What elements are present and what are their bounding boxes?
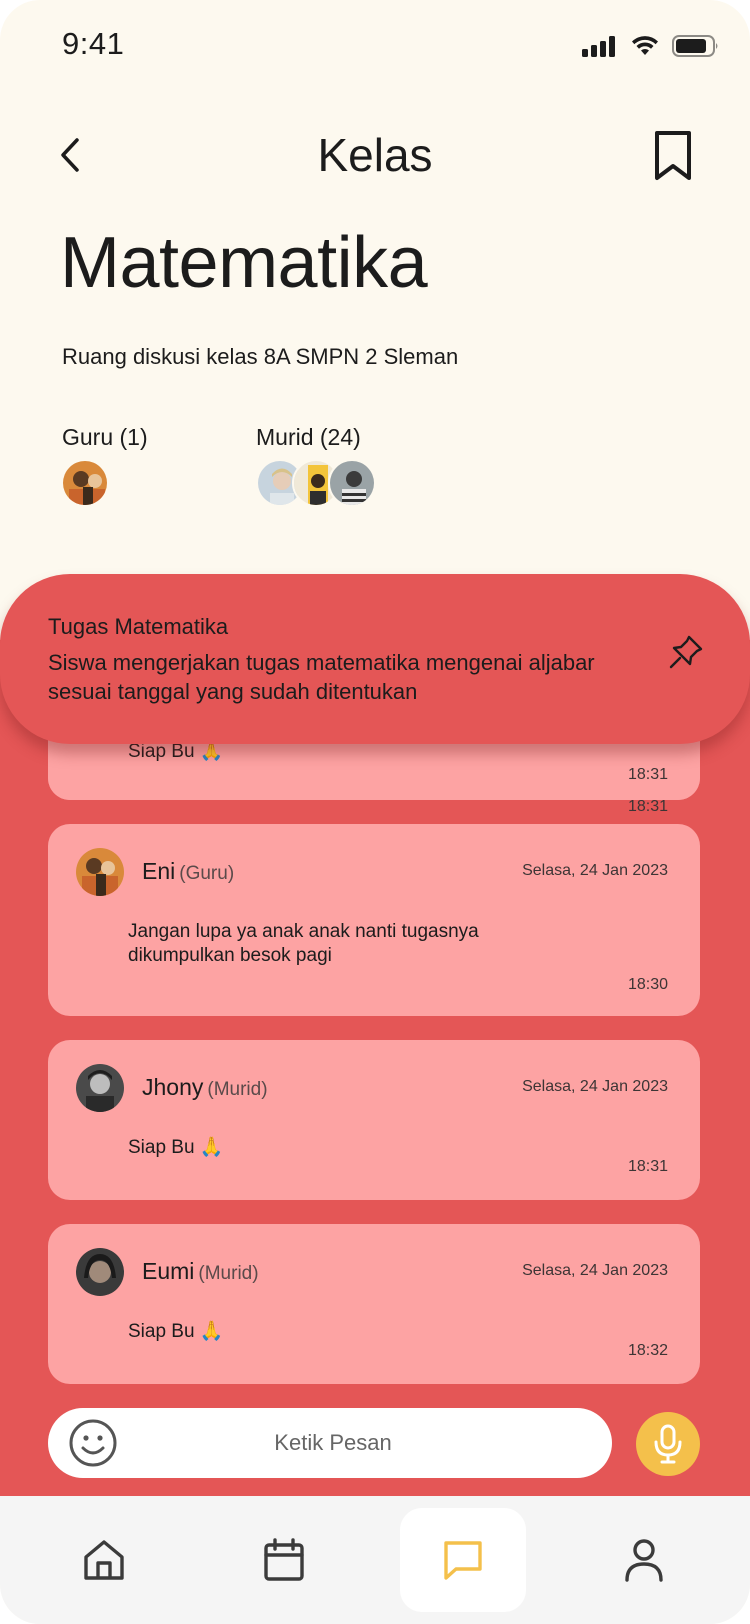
sender-avatar[interactable] — [76, 848, 124, 896]
nav-home[interactable] — [41, 1508, 167, 1612]
status-icons — [582, 34, 720, 58]
message-text: Siap Bu 🙏 — [128, 1321, 224, 1342]
profile-icon — [625, 1539, 663, 1582]
sender-name: Eumi (Murid) — [142, 1258, 259, 1285]
message-text: Siap Bu 🙏 — [128, 1137, 224, 1158]
pinned-title: Tugas Matematika — [48, 614, 229, 639]
message-time: 18:31 — [627, 1158, 668, 1175]
message-date: Selasa, 24 Jan 2023 — [522, 1078, 668, 1095]
teacher-avatar[interactable] — [61, 459, 109, 507]
sender-name-text: Jhony — [142, 1074, 204, 1100]
class-description: Ruang diskusi kelas 8A SMPN 2 Sleman — [62, 344, 459, 369]
calendar-icon — [264, 1538, 304, 1581]
wifi-icon — [632, 36, 658, 55]
message-text: Jangan lupa ya anak anak nanti tugasnya … — [128, 921, 479, 966]
status-bar: 9:41 — [0, 0, 750, 90]
sender-avatar[interactable] — [76, 1064, 124, 1112]
status-time: 9:41 — [62, 26, 125, 61]
message-card: Jhony (Murid) Selasa, 24 Jan 2023 Siap Bu… — [48, 1040, 700, 1200]
message-card: Eni (Guru) Selasa, 24 Jan 2023 Jangan lup… — [48, 824, 700, 1016]
message-date: Selasa, 24 Jan 2023 — [522, 862, 668, 879]
nav-profile[interactable] — [581, 1508, 707, 1612]
pin-button[interactable] — [668, 634, 704, 670]
student-avatar[interactable] — [328, 459, 376, 507]
message-time: 18:31 — [627, 766, 668, 783]
sender-name: Eni (Guru) — [142, 858, 234, 885]
pin-icon — [669, 635, 703, 669]
sender-avatar[interactable] — [76, 1248, 124, 1296]
message-time: 18:31 — [627, 798, 668, 815]
nav-chat[interactable] — [400, 1508, 526, 1612]
bottom-nav — [0, 1496, 750, 1624]
voice-button[interactable] — [636, 1412, 700, 1476]
sender-role: (Murid) — [207, 1079, 268, 1100]
message-time: 18:30 — [627, 976, 668, 993]
emoji-button[interactable] — [68, 1418, 118, 1468]
class-title: Matematika — [60, 223, 428, 303]
message-date: Selasa, 24 Jan 2023 — [522, 1262, 668, 1279]
sender-name-text: Eni — [142, 858, 176, 884]
pinned-announcement[interactable]: Tugas Matematika Siswa mengerjakan tugas… — [0, 574, 750, 744]
message-time: 18:32 — [627, 1342, 668, 1359]
bookmark-button[interactable] — [651, 130, 695, 182]
smiley-icon — [69, 1419, 117, 1467]
home-icon — [84, 1540, 124, 1580]
microphone-icon — [654, 1424, 682, 1464]
sender-role: (Murid) — [198, 1263, 259, 1284]
students-label: Murid (24) — [256, 424, 361, 450]
page-title: Kelas — [317, 129, 433, 181]
screen: 9:41 Kelas Matematika Ruang diskusi kela… — [0, 0, 750, 1624]
sender-name-text: Eumi — [142, 1258, 195, 1284]
message-input[interactable] — [138, 1420, 528, 1466]
message-composer — [48, 1408, 612, 1478]
sender-role: (Guru) — [179, 863, 235, 884]
battery-icon — [672, 35, 718, 57]
teachers-label: Guru (1) — [62, 424, 148, 450]
bookmark-icon — [655, 131, 691, 180]
message-card: Eumi (Murid) Selasa, 24 Jan 2023 Siap Bu … — [48, 1224, 700, 1384]
nav-calendar[interactable] — [221, 1508, 347, 1612]
sender-name: Jhony (Murid) — [142, 1074, 268, 1101]
signal-icon — [582, 36, 615, 57]
chat-icon — [444, 1541, 482, 1580]
pinned-body: Siswa mengerjakan tugas matematika menge… — [48, 650, 595, 704]
